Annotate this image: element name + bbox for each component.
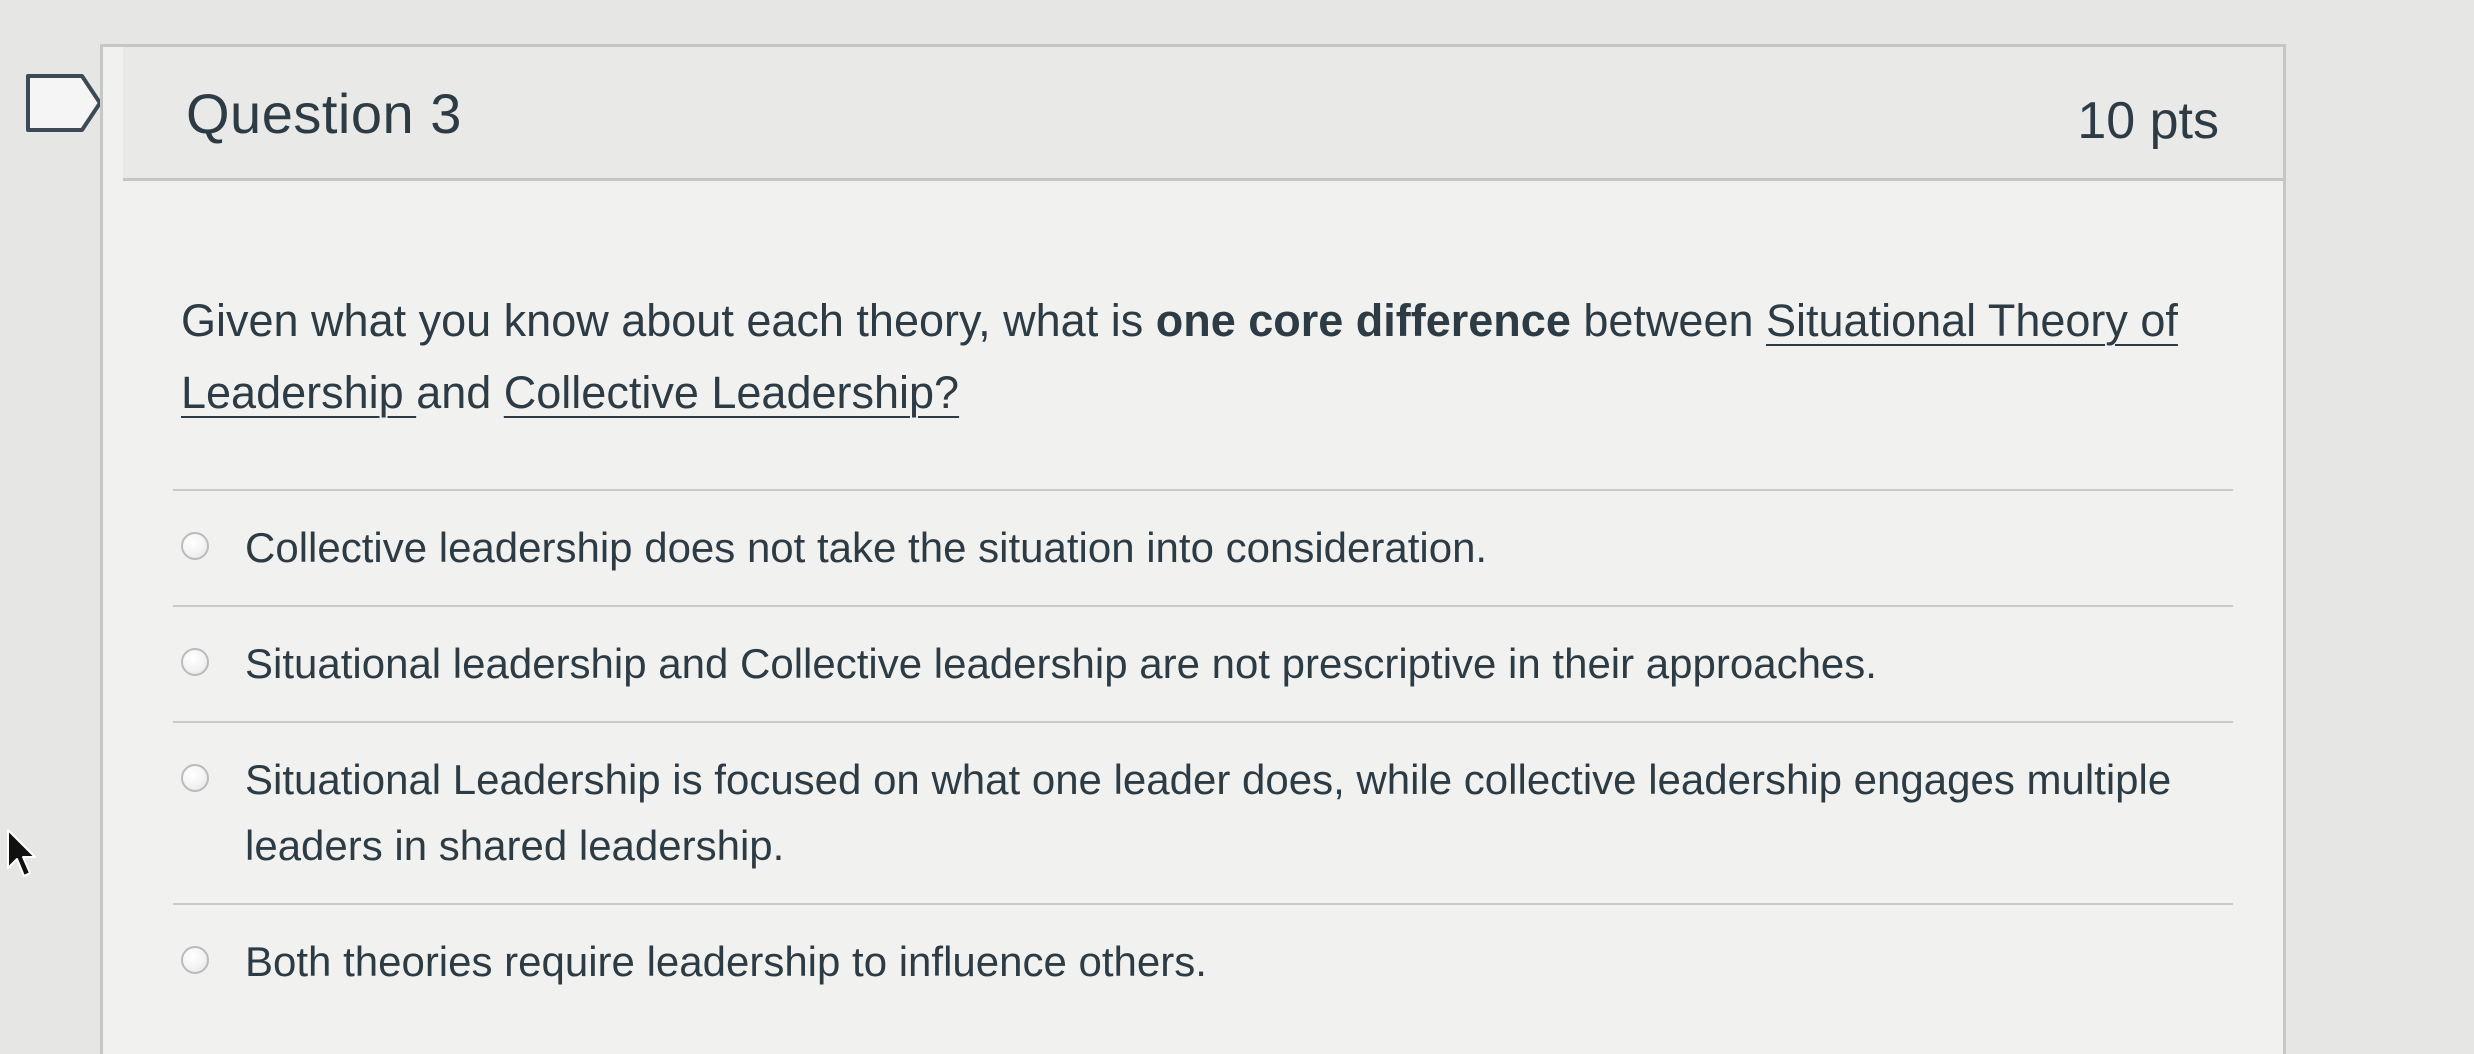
answer-label[interactable]: Collective leadership does not take the … (245, 515, 1487, 581)
answer-option-4[interactable]: Both theories require leadership to infl… (173, 905, 2233, 1019)
answer-option-3[interactable]: Situational Leadership is focused on wha… (173, 723, 2233, 903)
answer-option-1[interactable]: Collective leadership does not take the … (173, 491, 2233, 605)
radio-unselected-icon[interactable] (181, 764, 209, 792)
radio-unselected-icon[interactable] (181, 648, 209, 676)
prompt-text-part3: and (416, 367, 504, 418)
prompt-emphasis: one core difference (1155, 295, 1571, 346)
answer-label[interactable]: Both theories require leadership to infl… (245, 929, 1207, 995)
mouse-pointer-icon (7, 829, 36, 877)
answer-option-2[interactable]: Situational leadership and Collective le… (173, 607, 2233, 721)
flag-question-icon[interactable] (24, 72, 104, 134)
prompt-underlined-collective: Collective Leadership? (503, 367, 960, 418)
prompt-text-part2: between (1570, 295, 1766, 346)
answer-list: Collective leadership does not take the … (173, 489, 2233, 1019)
question-title: Question 3 (186, 82, 462, 145)
radio-unselected-icon[interactable] (181, 946, 209, 974)
question-prompt: Given what you know about each theory, w… (181, 285, 2211, 429)
answer-label[interactable]: Situational Leadership is focused on wha… (245, 747, 2233, 879)
question-card: Question 3 10 pts Given what you know ab… (100, 44, 2286, 1054)
question-points: 10 pts (2077, 92, 2219, 150)
question-header: Question 3 10 pts (123, 47, 2283, 181)
answer-label[interactable]: Situational leadership and Collective le… (245, 631, 1877, 697)
radio-unselected-icon[interactable] (181, 532, 209, 560)
prompt-text-part1: Given what you know about each theory, w… (181, 295, 1156, 346)
